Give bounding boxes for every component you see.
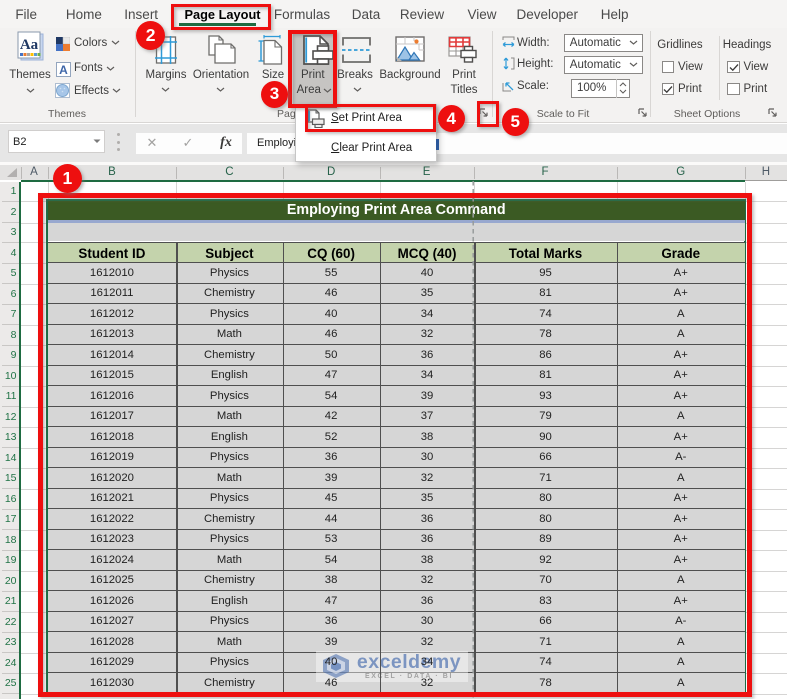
svg-text:Aa: Aa: [20, 37, 39, 53]
svg-text:A: A: [59, 63, 68, 77]
